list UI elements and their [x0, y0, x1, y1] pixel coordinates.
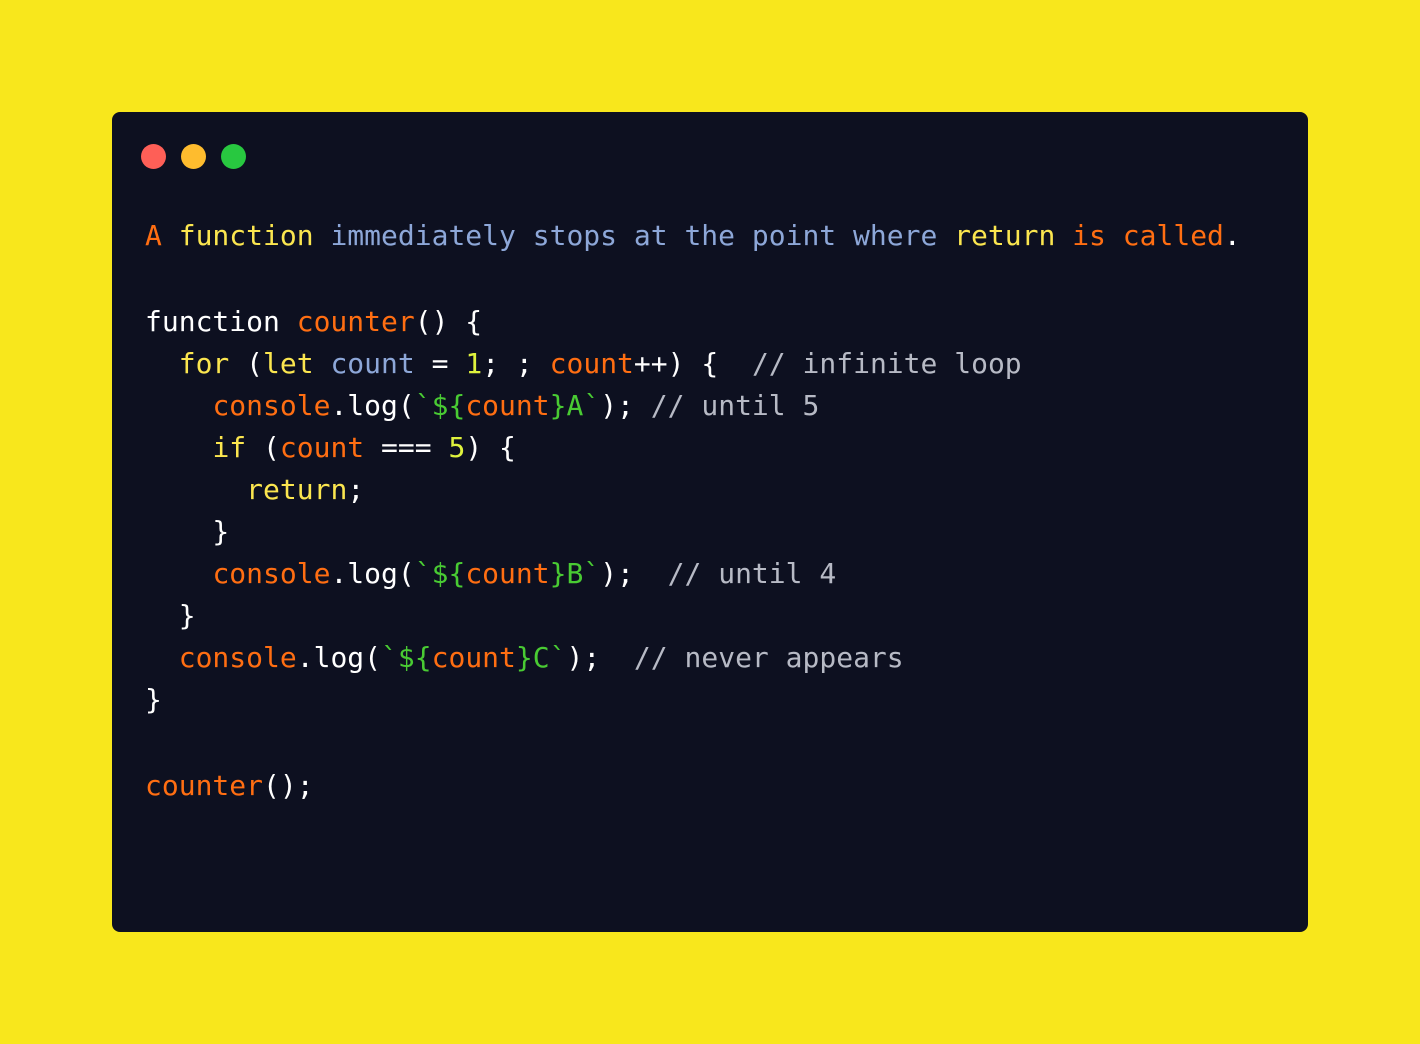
code-token-ident: count: [465, 557, 550, 590]
code-token-string: `${: [414, 557, 466, 590]
code-token-plain: );: [600, 557, 668, 590]
minimize-button[interactable]: [181, 144, 206, 169]
code-token-ident: count: [465, 389, 550, 422]
code-token-ident: counter: [296, 305, 415, 338]
code-token-ident: count: [549, 347, 634, 380]
code-token-keyword: if: [212, 431, 247, 464]
code-line: console.log(`${count}A`); // until 5: [145, 385, 1285, 427]
code-token-plain: ) {: [465, 431, 516, 464]
code-token-plain: }: [145, 683, 162, 716]
code-token-comment: // infinite loop: [751, 347, 1022, 380]
code-token-plain: () {: [414, 305, 483, 338]
code-token-plain: =: [414, 347, 466, 380]
code-token-plain: ;: [347, 473, 365, 506]
code-token-plain: .log(: [330, 389, 415, 422]
code-token-comment: // until 4: [667, 557, 837, 590]
code-token-name: immediately stops at the point where: [330, 219, 938, 252]
code-token-ident: count: [279, 431, 365, 464]
code-token-number: 1: [465, 347, 483, 380]
code-token-comment: // never appears: [633, 641, 904, 674]
code-token-string: }A`: [549, 389, 601, 422]
code-line: }: [145, 595, 1285, 637]
code-token-keyword: return: [954, 219, 1056, 252]
code-line: for (let count = 1; ; count++) { // infi…: [145, 343, 1285, 385]
code-token-plain: }: [145, 599, 196, 632]
code-line: counter();: [145, 765, 1285, 807]
code-line: function counter() {: [145, 301, 1285, 343]
code-line: }: [145, 511, 1285, 553]
code-token-name: count: [330, 347, 415, 380]
code-line: console.log(`${count}C`); // never appea…: [145, 637, 1285, 679]
code-token-keyword: let: [263, 347, 314, 380]
code-line: return;: [145, 469, 1285, 511]
code-token-plain: .log(: [330, 557, 415, 590]
code-token-plain: ();: [263, 769, 314, 802]
code-token-ident: console: [212, 557, 331, 590]
code-token-plain: );: [566, 641, 634, 674]
code-line: }: [145, 679, 1285, 721]
code-token-ident: counter: [145, 769, 264, 802]
code-token-string: `${: [381, 641, 432, 674]
code-token-string: }B`: [549, 557, 601, 590]
code-window: A function immediately stops at the poin…: [112, 112, 1308, 932]
code-token-plain: }: [145, 515, 230, 548]
code-token-plain: ===: [364, 431, 449, 464]
code-token-keyword: function: [178, 219, 314, 252]
code-token-comment: // until 5: [650, 389, 820, 422]
code-token-plain: (: [246, 431, 280, 464]
code-token-plain: function: [145, 305, 297, 338]
code-token-ident: console: [212, 389, 331, 422]
code-token-plain: .: [1223, 219, 1241, 252]
window-controls: [141, 144, 246, 169]
code-line: A function immediately stops at the poin…: [145, 215, 1285, 257]
code-token-plain: ; ;: [482, 347, 550, 380]
code-token-plain: ++) {: [633, 347, 752, 380]
code-token-ident: is called: [1072, 219, 1224, 252]
code-token-string: }C`: [515, 641, 567, 674]
maximize-button[interactable]: [221, 144, 246, 169]
code-token-plain: );: [600, 389, 651, 422]
code-line: console.log(`${count}B`); // until 4: [145, 553, 1285, 595]
code-block: A function immediately stops at the poin…: [145, 215, 1285, 807]
code-token-ident: A: [145, 219, 162, 252]
code-token-number: 5: [448, 431, 466, 464]
code-token-keyword: return: [246, 473, 348, 506]
code-token-ident: count: [431, 641, 516, 674]
code-token-keyword: for: [178, 347, 230, 380]
close-button[interactable]: [141, 144, 166, 169]
code-token-string: `${: [414, 389, 466, 422]
code-line: if (count === 5) {: [145, 427, 1285, 469]
code-token-plain: (: [229, 347, 264, 380]
code-token-ident: console: [178, 641, 297, 674]
code-token-plain: .log(: [296, 641, 382, 674]
